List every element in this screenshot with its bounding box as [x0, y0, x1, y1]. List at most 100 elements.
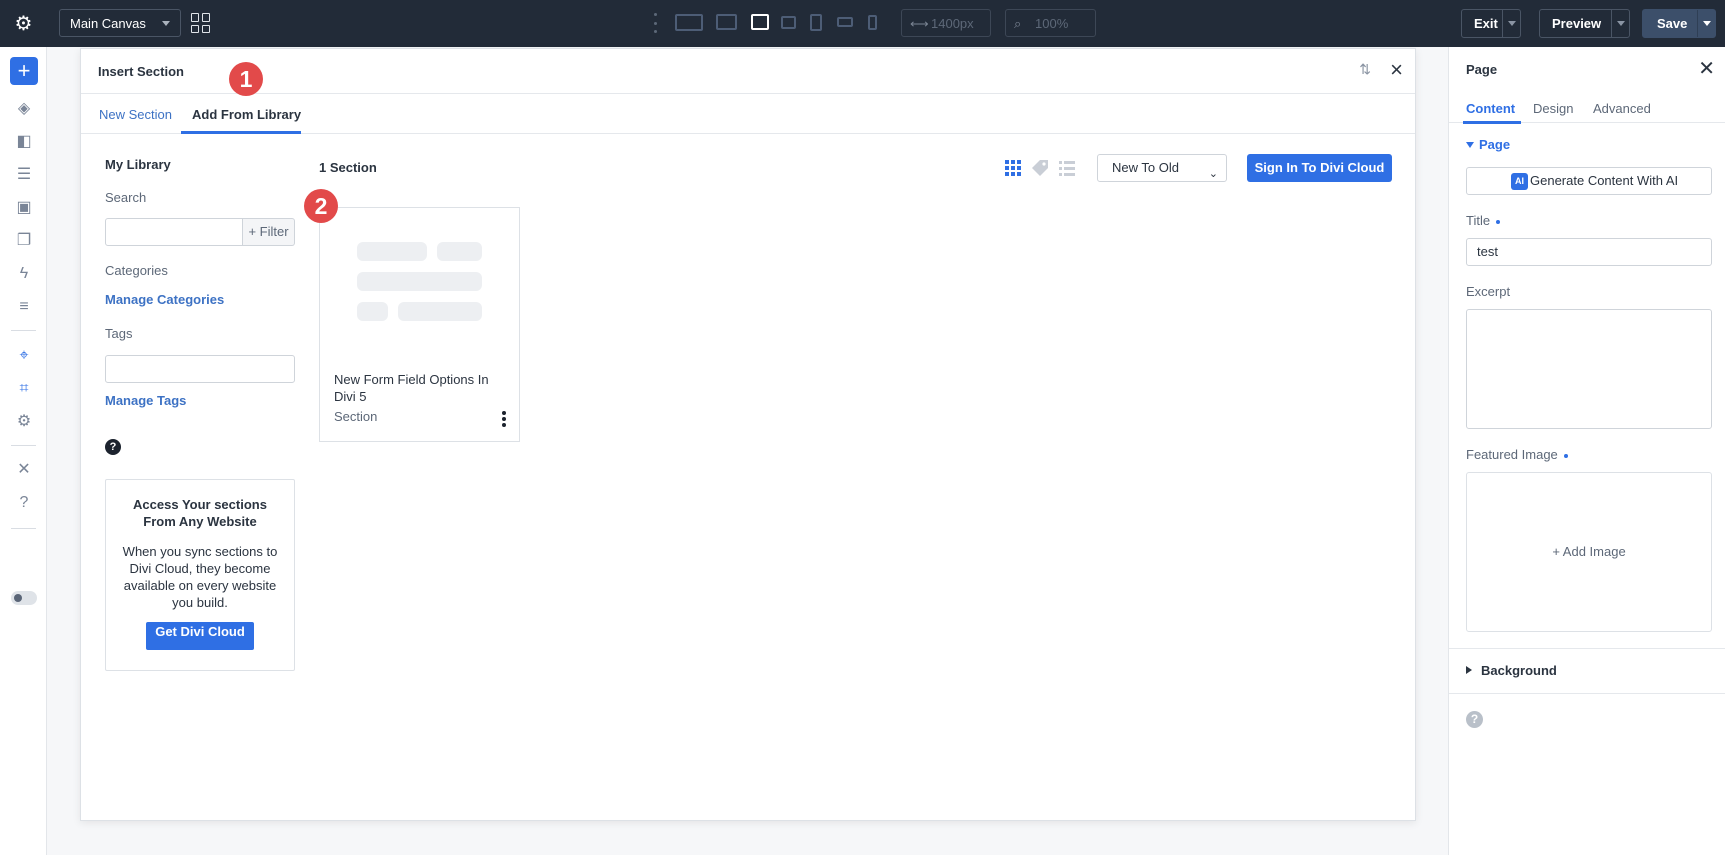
sign-in-divi-cloud-button[interactable]: Sign In To Divi Cloud [1247, 154, 1392, 182]
layers-icon[interactable]: ◈ [12, 98, 36, 120]
preview-button[interactable]: Preview [1539, 9, 1630, 38]
settings-gear-icon[interactable]: ⚙ [0, 0, 47, 47]
zoom-value: 100% [1035, 15, 1069, 31]
modal-tabs: New Section Add From Library [81, 94, 1415, 134]
annotation-badge-1: 1 [229, 62, 263, 96]
manage-categories-link[interactable]: Manage Categories [105, 292, 224, 307]
tablet-view-icon[interactable] [810, 14, 822, 31]
click-select-icon[interactable]: ⌖ [12, 345, 36, 367]
thumbnail-placeholder [357, 302, 388, 321]
sort-arrows-icon[interactable]: ⇅ [1359, 61, 1371, 78]
ai-button-label: Generate Content With AI [1530, 173, 1679, 188]
insert-section-modal: Insert Section ⇅ × New Section Add From … [80, 48, 1416, 821]
generate-content-ai-button[interactable]: AI Generate Content With AI [1466, 167, 1712, 195]
expand-triangle-icon[interactable] [1466, 666, 1472, 674]
page-settings-icon[interactable]: ▣ [12, 197, 36, 219]
list-settings-icon[interactable]: ≡ [12, 296, 36, 318]
laptop-view-icon[interactable] [751, 14, 769, 30]
search-label: Search [105, 190, 147, 205]
thumbnail-placeholder [437, 242, 482, 261]
zoom-field[interactable]: ⌕ 100% [1005, 9, 1096, 37]
filter-button[interactable]: + Filter [243, 218, 295, 246]
card-title: New Form Field Options In Divi 5 [334, 372, 489, 404]
help-icon[interactable]: ? [1466, 711, 1483, 728]
exit-button[interactable]: Exit [1461, 9, 1521, 38]
zoom-search-icon: ⌕ [1014, 16, 1022, 31]
tab-new-section[interactable]: New Section [99, 107, 172, 122]
desktop-view-icon[interactable] [716, 14, 737, 30]
exit-dropdown-icon[interactable] [1502, 10, 1520, 37]
page-settings-panel: Page ✕ Content Design Advanced Page AI G… [1448, 47, 1725, 855]
canvas-width-field[interactable]: ⟷ 1400px [901, 9, 991, 37]
library-search-input[interactable] [105, 218, 243, 246]
pages-copy-icon[interactable]: ❐ [12, 230, 36, 252]
theme-palette-icon[interactable]: ◧ [12, 131, 36, 153]
title-input[interactable]: test [1466, 238, 1712, 266]
tools-icon[interactable]: ✕ [12, 459, 36, 481]
layout-grid-icon[interactable] [191, 13, 211, 33]
left-sidebar: + ◈ ◧ ☰ ▣ ❐ ϟ ≡ ⌖ ⌗ ⚙ ✕ ? [0, 47, 47, 855]
save-dropdown-icon[interactable] [1697, 10, 1715, 37]
thumbnail-placeholder [357, 272, 482, 291]
panel-divider [1449, 693, 1725, 694]
sidebar-divider [11, 528, 36, 529]
exit-label: Exit [1474, 16, 1498, 31]
add-plus-icon[interactable]: + [10, 57, 38, 85]
promo-title: Access Your sections From Any Website [133, 497, 267, 529]
theme-toggle[interactable] [11, 591, 37, 605]
preview-label: Preview [1552, 16, 1602, 31]
title-label: Title [1466, 213, 1501, 228]
add-image-label: + Add Image [1552, 544, 1626, 559]
close-icon[interactable]: ✕ [1698, 56, 1715, 81]
add-image-dropzone[interactable]: + Add Image [1466, 472, 1712, 632]
preview-dropdown-icon[interactable] [1611, 10, 1629, 37]
canvas-select-value: Main Canvas [70, 15, 146, 31]
help-question-icon[interactable]: ? [12, 492, 36, 514]
categories-label: Categories [105, 263, 168, 278]
page-section-toggle[interactable]: Page [1479, 137, 1510, 152]
thumbnail-placeholder [398, 302, 482, 321]
excerpt-textarea[interactable] [1466, 309, 1712, 429]
responsive-settings-icon[interactable]: ⚙ [12, 411, 36, 433]
tablet-landscape-view-icon[interactable] [781, 16, 796, 29]
tab-design[interactable]: Design [1533, 101, 1573, 116]
tags-label: Tags [105, 326, 133, 341]
sidebar-divider [11, 445, 36, 446]
phone-landscape-view-icon[interactable] [837, 17, 853, 27]
sort-order-select[interactable]: New To Old ⌄ [1097, 154, 1227, 182]
card-type: Section [334, 409, 378, 424]
multi-select-icon[interactable]: ⌗ [12, 378, 36, 400]
close-icon[interactable]: × [1390, 57, 1403, 83]
help-icon[interactable]: ? [105, 439, 121, 455]
sidebar-divider [11, 330, 36, 331]
canvas-select[interactable]: Main Canvas [59, 9, 181, 37]
sort-order-value: New To Old [1112, 160, 1179, 175]
save-button[interactable]: Save [1642, 9, 1716, 38]
lightning-icon[interactable]: ϟ [12, 263, 36, 285]
more-vertical-icon[interactable] [652, 13, 658, 33]
grid-view-icon[interactable] [1004, 159, 1022, 177]
panel-tabs: Content Design Advanced [1449, 93, 1725, 124]
annotation-badge-2: 2 [304, 189, 338, 223]
collapse-triangle-icon[interactable] [1466, 142, 1474, 148]
tags-input[interactable] [105, 355, 295, 383]
promo-text: When you sync sections to Divi Cloud, th… [122, 544, 278, 610]
panel-title: Page [1466, 62, 1498, 77]
tag-view-icon[interactable] [1031, 159, 1049, 177]
tab-add-from-library[interactable]: Add From Library [192, 107, 301, 122]
library-item-card[interactable]: New Form Field Options In Divi 5 Section [319, 207, 520, 442]
tab-advanced[interactable]: Advanced [1593, 101, 1651, 116]
active-tab-indicator [1463, 121, 1521, 124]
top-toolbar: ⚙ Main Canvas ⟷ 1400px ⌕ 100% Exit Previ… [0, 0, 1725, 47]
desktop-wide-view-icon[interactable] [675, 14, 703, 31]
background-section-toggle[interactable]: Background [1481, 663, 1557, 678]
manage-tags-link[interactable]: Manage Tags [105, 393, 186, 408]
library-heading: My Library [105, 157, 171, 172]
ai-icon: AI [1511, 173, 1528, 190]
get-divi-cloud-button[interactable]: Get Divi Cloud [146, 622, 254, 650]
tab-content[interactable]: Content [1466, 101, 1515, 116]
more-vertical-icon[interactable] [502, 411, 506, 427]
list-view-icon[interactable] [1058, 159, 1076, 177]
phone-view-icon[interactable] [868, 15, 877, 30]
database-icon[interactable]: ☰ [12, 164, 36, 186]
